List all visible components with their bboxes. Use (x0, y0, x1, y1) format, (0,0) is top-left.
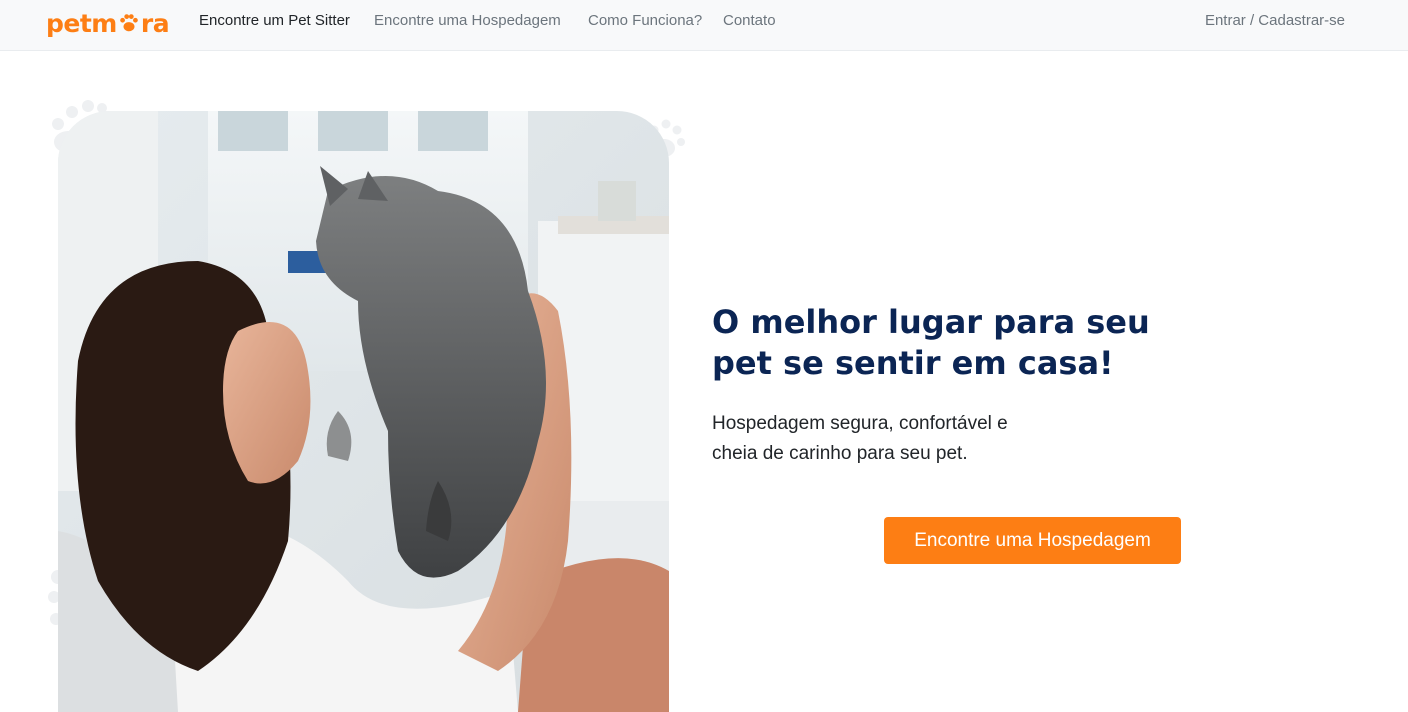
navbar: petm ra Encontre um Pet Sitter Encontre … (0, 0, 1408, 51)
logo-text-end: ra (140, 8, 170, 38)
nav-link-hospedagem[interactable]: Encontre uma Hospedagem (374, 12, 561, 30)
nav-link-como-funciona[interactable]: Como Funciona? (588, 12, 702, 30)
nav-link-contato[interactable]: Contato (723, 12, 776, 30)
paw-icon (118, 12, 140, 34)
brand-logo[interactable]: petm ra (46, 7, 170, 39)
logo-text-start: petm (46, 8, 117, 38)
nav-link-pet-sitter[interactable]: Encontre um Pet Sitter (199, 12, 350, 30)
login-signup-link[interactable]: Entrar / Cadastrar-se (1205, 12, 1345, 30)
hero-subtitle: Hospedagem segura, confortável e cheia d… (712, 413, 1008, 464)
hero-title: O melhor lugar para seu pet se sentir em… (712, 303, 1150, 382)
find-hospedagem-button[interactable]: Encontre uma Hospedagem (884, 517, 1181, 564)
woman-holding-cat-photo (58, 111, 669, 712)
hero-photo (58, 111, 669, 712)
hero-image-area (46, 98, 686, 712)
